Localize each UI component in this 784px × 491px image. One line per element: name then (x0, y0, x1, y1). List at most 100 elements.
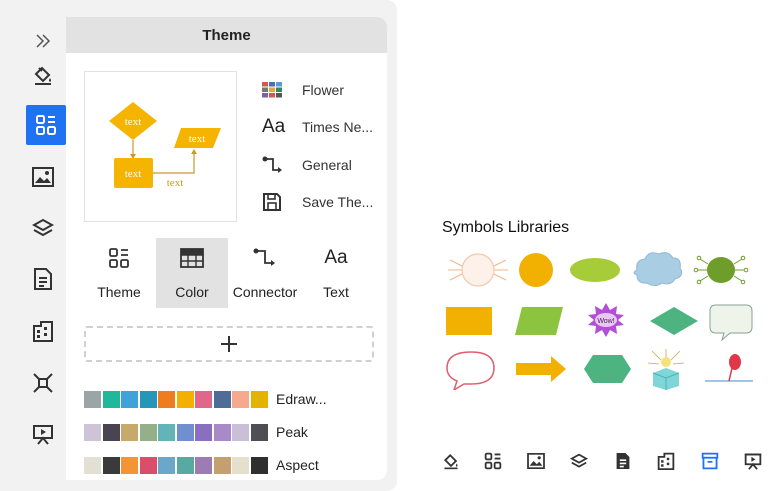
property-color-scheme[interactable]: Flower (262, 77, 382, 103)
color-swatch (176, 457, 194, 474)
color-swatch (250, 424, 268, 441)
palette-aspect[interactable] (84, 457, 269, 474)
palette-edraw[interactable] (84, 391, 269, 408)
tab-theme[interactable]: Theme (84, 238, 154, 308)
color-swatch (195, 391, 212, 408)
presentation-icon (744, 453, 762, 470)
symbol-ellipse[interactable] (570, 258, 620, 282)
property-font[interactable]: Aa Times Ne... (262, 114, 382, 140)
expand-button[interactable] (25, 23, 61, 59)
tab-color[interactable]: Color (156, 238, 228, 308)
preview-node-label: text (125, 116, 142, 128)
color-swatch (213, 457, 231, 474)
sidebar-item-organize[interactable] (25, 313, 61, 349)
symbol-burst-circle[interactable] (448, 253, 508, 287)
palette-name[interactable]: Peak (276, 424, 308, 440)
color-swatch (232, 457, 249, 474)
color-swatch (232, 391, 249, 408)
library-icon (701, 452, 719, 470)
presentation-icon (33, 425, 53, 445)
plus-icon (221, 336, 237, 352)
toolbar-theme-button[interactable] (482, 450, 504, 472)
palette-name[interactable]: Aspect (276, 457, 319, 473)
color-grid-icon (262, 77, 290, 103)
sidebar-item-fill[interactable] (25, 57, 61, 93)
color-swatch (121, 457, 138, 474)
preview-node-label: text (189, 133, 206, 145)
color-swatch (176, 391, 194, 408)
theme-grid-icon (36, 115, 56, 135)
theme-grid-icon (484, 452, 502, 470)
symbol-hexagon[interactable] (584, 355, 631, 383)
color-swatch (232, 424, 249, 441)
property-label: General (302, 157, 352, 173)
color-swatch (102, 424, 120, 441)
property-connector[interactable]: General (262, 152, 382, 178)
toolbar-image-button[interactable] (525, 450, 547, 472)
color-swatch (195, 424, 212, 441)
sidebar-item-layers[interactable] (25, 210, 61, 246)
symbol-arrow-right[interactable] (516, 356, 566, 382)
color-swatch (213, 391, 231, 408)
connector-icon (262, 152, 290, 178)
document-icon (34, 268, 52, 290)
sidebar-item-theme[interactable] (26, 105, 66, 145)
color-swatch (121, 391, 138, 408)
symbol-bacteria[interactable] (693, 255, 749, 285)
layers-icon (570, 453, 588, 468)
palette-name[interactable]: Edraw... (276, 391, 327, 407)
double-chevron-right-icon (36, 34, 51, 48)
sidebar (20, 17, 66, 480)
symbol-parallelogram[interactable] (515, 307, 563, 335)
sidebar-item-connect[interactable] (25, 365, 61, 401)
symbol-round-callout[interactable] (446, 351, 495, 390)
organize-icon (657, 452, 675, 470)
toolbar-page-button[interactable] (612, 450, 634, 472)
symbol-speech-bubble[interactable] (709, 304, 753, 342)
theme-grid-icon (108, 246, 130, 270)
preview-diagram: text text text text (109, 102, 221, 189)
tab-label: Connector (232, 284, 298, 300)
color-swatch (158, 424, 175, 441)
symbol-wow-burst[interactable]: Wow! (588, 303, 624, 337)
symbols-grid: Wow! (446, 252, 753, 390)
property-save-theme[interactable]: Save The... (262, 189, 382, 215)
toolbar-layers-button[interactable] (568, 450, 590, 472)
color-swatch (84, 391, 101, 408)
symbol-gift-box[interactable] (647, 349, 685, 390)
image-icon (32, 167, 54, 187)
symbol-diamond[interactable] (650, 307, 698, 335)
bottom-toolbar (440, 450, 770, 474)
color-swatch (158, 457, 175, 474)
toolbar-organize-button[interactable] (655, 450, 677, 472)
add-color-scheme-button[interactable] (84, 326, 374, 362)
tab-connector[interactable]: Connector (229, 238, 301, 308)
color-swatch (250, 457, 268, 474)
sidebar-item-presentation[interactable] (25, 416, 61, 452)
color-swatch (195, 457, 212, 474)
toolbar-fill-button[interactable] (440, 450, 462, 472)
sidebar-item-page[interactable] (25, 261, 61, 297)
organize-icon (33, 321, 53, 342)
color-swatch (176, 424, 194, 441)
document-icon (616, 453, 630, 469)
symbol-pin-marker[interactable] (705, 354, 753, 382)
sidebar-item-image[interactable] (25, 159, 61, 195)
symbol-rectangle[interactable] (446, 307, 492, 335)
property-label: Times Ne... (302, 119, 374, 135)
theme-preview[interactable]: text text text text (84, 71, 237, 222)
wow-text: Wow! (597, 318, 614, 325)
palette-peak[interactable] (84, 424, 269, 441)
toolbar-presentation-button[interactable] (742, 450, 764, 472)
color-swatch (158, 391, 175, 408)
color-swatch (139, 424, 157, 441)
symbol-cloud[interactable] (633, 252, 683, 286)
color-swatch (213, 424, 231, 441)
font-aa-icon: Aa (324, 247, 348, 268)
tab-text[interactable]: Aa Text (302, 238, 370, 308)
toolbar-library-button[interactable] (699, 450, 721, 472)
color-table-icon (180, 246, 204, 270)
paint-bucket-icon (443, 453, 458, 470)
color-swatch (102, 457, 120, 474)
symbol-circle[interactable] (519, 253, 553, 287)
